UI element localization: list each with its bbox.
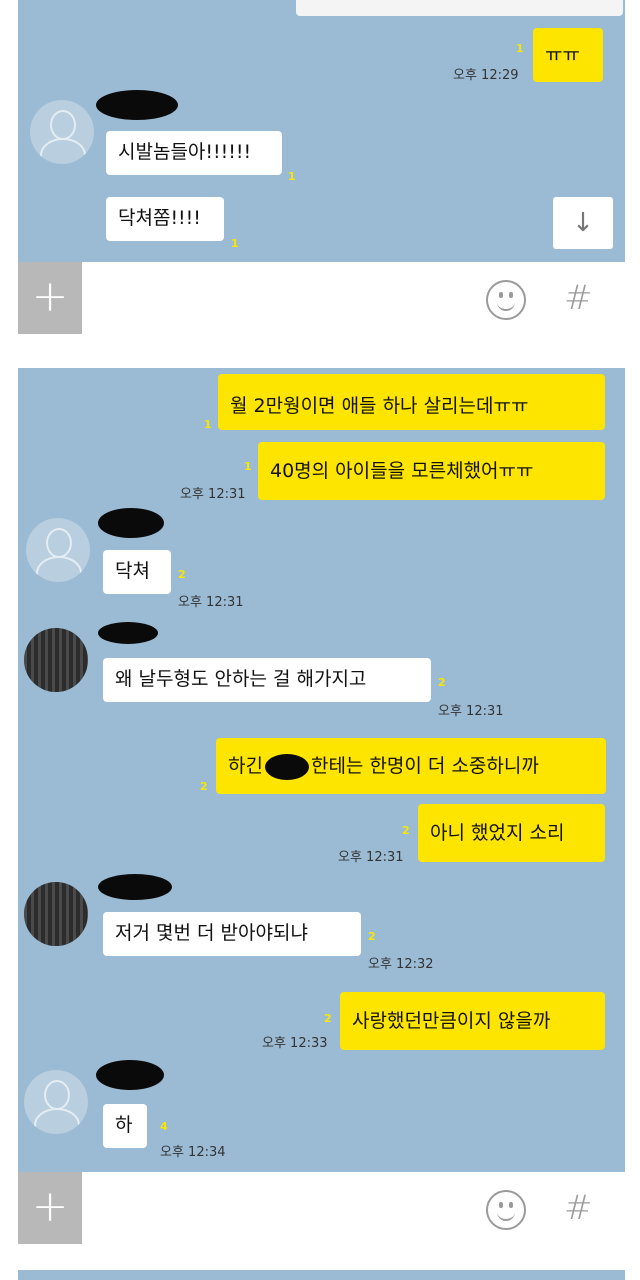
arrow-down-icon: ↓ [572, 208, 594, 238]
my-message[interactable]: 월 2만웡이면 애들 하나 살리는데ㅠㅠ [218, 374, 605, 430]
avatar[interactable] [24, 1070, 88, 1134]
redacted-sender-name [96, 90, 178, 120]
timestamp: 오후 12:31 [178, 595, 244, 610]
hashtag-button[interactable]: # [564, 278, 593, 318]
redacted-sender-name [98, 874, 172, 900]
unread-count: 1 [204, 418, 212, 431]
received-message[interactable]: 시발놈들아!!!!!! [106, 131, 282, 175]
redacted-sender-name [98, 622, 158, 644]
smile-icon[interactable] [486, 1190, 526, 1230]
timestamp: 오후 12:32 [368, 957, 434, 972]
chat-input-bar: + # [18, 1172, 625, 1244]
unread-count: 1 [231, 237, 239, 250]
unread-count: 2 [200, 780, 208, 793]
timestamp: 오후 12:33 [262, 1036, 328, 1051]
chat-panel-3 [18, 1270, 625, 1280]
unread-count: 2 [402, 824, 410, 837]
link-preview-toolbar [296, 0, 623, 16]
chat-input-bar: + # [18, 262, 625, 334]
unread-count: 2 [368, 930, 376, 943]
redacted-sender-name [96, 1060, 164, 1090]
message-text-a: 하긴 [228, 755, 263, 777]
timestamp: 오후 12:29 [453, 68, 519, 83]
my-message[interactable]: 아니 했었지 소리 [418, 804, 605, 862]
received-message[interactable]: 닥쳐쫌!!!! [106, 197, 224, 241]
my-message[interactable]: 40명의 아이들을 모른체했어ㅠㅠ [258, 442, 605, 500]
scroll-to-bottom-button[interactable]: ↓ [553, 197, 613, 249]
unread-count: 2 [438, 676, 446, 689]
hashtag-button[interactable]: # [564, 1188, 593, 1228]
redacted-name [264, 753, 309, 780]
add-attachment-button[interactable]: + [18, 262, 82, 334]
chat-panel-2: 1 월 2만웡이면 애들 하나 살리는데ㅠㅠ 1 오후 12:31 40명의 아… [18, 368, 625, 1172]
timestamp: 오후 12:31 [180, 487, 246, 502]
received-message[interactable]: 닥쳐 [103, 550, 171, 594]
redacted-sender-name [98, 508, 164, 538]
my-message[interactable]: 하긴 한테는 한명이 더 소중하니까 [216, 738, 606, 794]
avatar[interactable] [24, 628, 88, 692]
message-text-b: 한테는 한명이 더 소중하니까 [310, 755, 539, 777]
my-message[interactable]: 사랑했던만큼이지 않을까 [340, 992, 605, 1050]
chat-panel-1: 1 오후 12:29 ㅠㅠ 시발놈들아!!!!!! 1 닥쳐쫌!!!! 1 ↓ [18, 0, 625, 262]
avatar[interactable] [24, 882, 88, 946]
received-message[interactable]: 저거 몇번 더 받아야되냐 [103, 912, 361, 956]
add-attachment-button[interactable]: + [18, 1172, 82, 1244]
smile-icon[interactable] [486, 280, 526, 320]
avatar[interactable] [26, 518, 90, 582]
received-message[interactable]: 왜 날두형도 안하는 걸 해가지고 [103, 658, 431, 702]
my-message[interactable]: ㅠㅠ [533, 28, 603, 82]
unread-count: 1 [288, 170, 296, 183]
timestamp: 오후 12:31 [438, 704, 504, 719]
avatar[interactable] [30, 100, 94, 164]
unread-count: 1 [244, 460, 252, 473]
timestamp: 오후 12:31 [338, 850, 404, 865]
unread-count: 1 [516, 42, 524, 55]
timestamp: 오후 12:34 [160, 1145, 226, 1160]
unread-count: 2 [178, 568, 186, 581]
unread-count: 4 [160, 1120, 168, 1133]
received-message[interactable]: 하 [103, 1104, 147, 1148]
unread-count: 2 [324, 1012, 332, 1025]
